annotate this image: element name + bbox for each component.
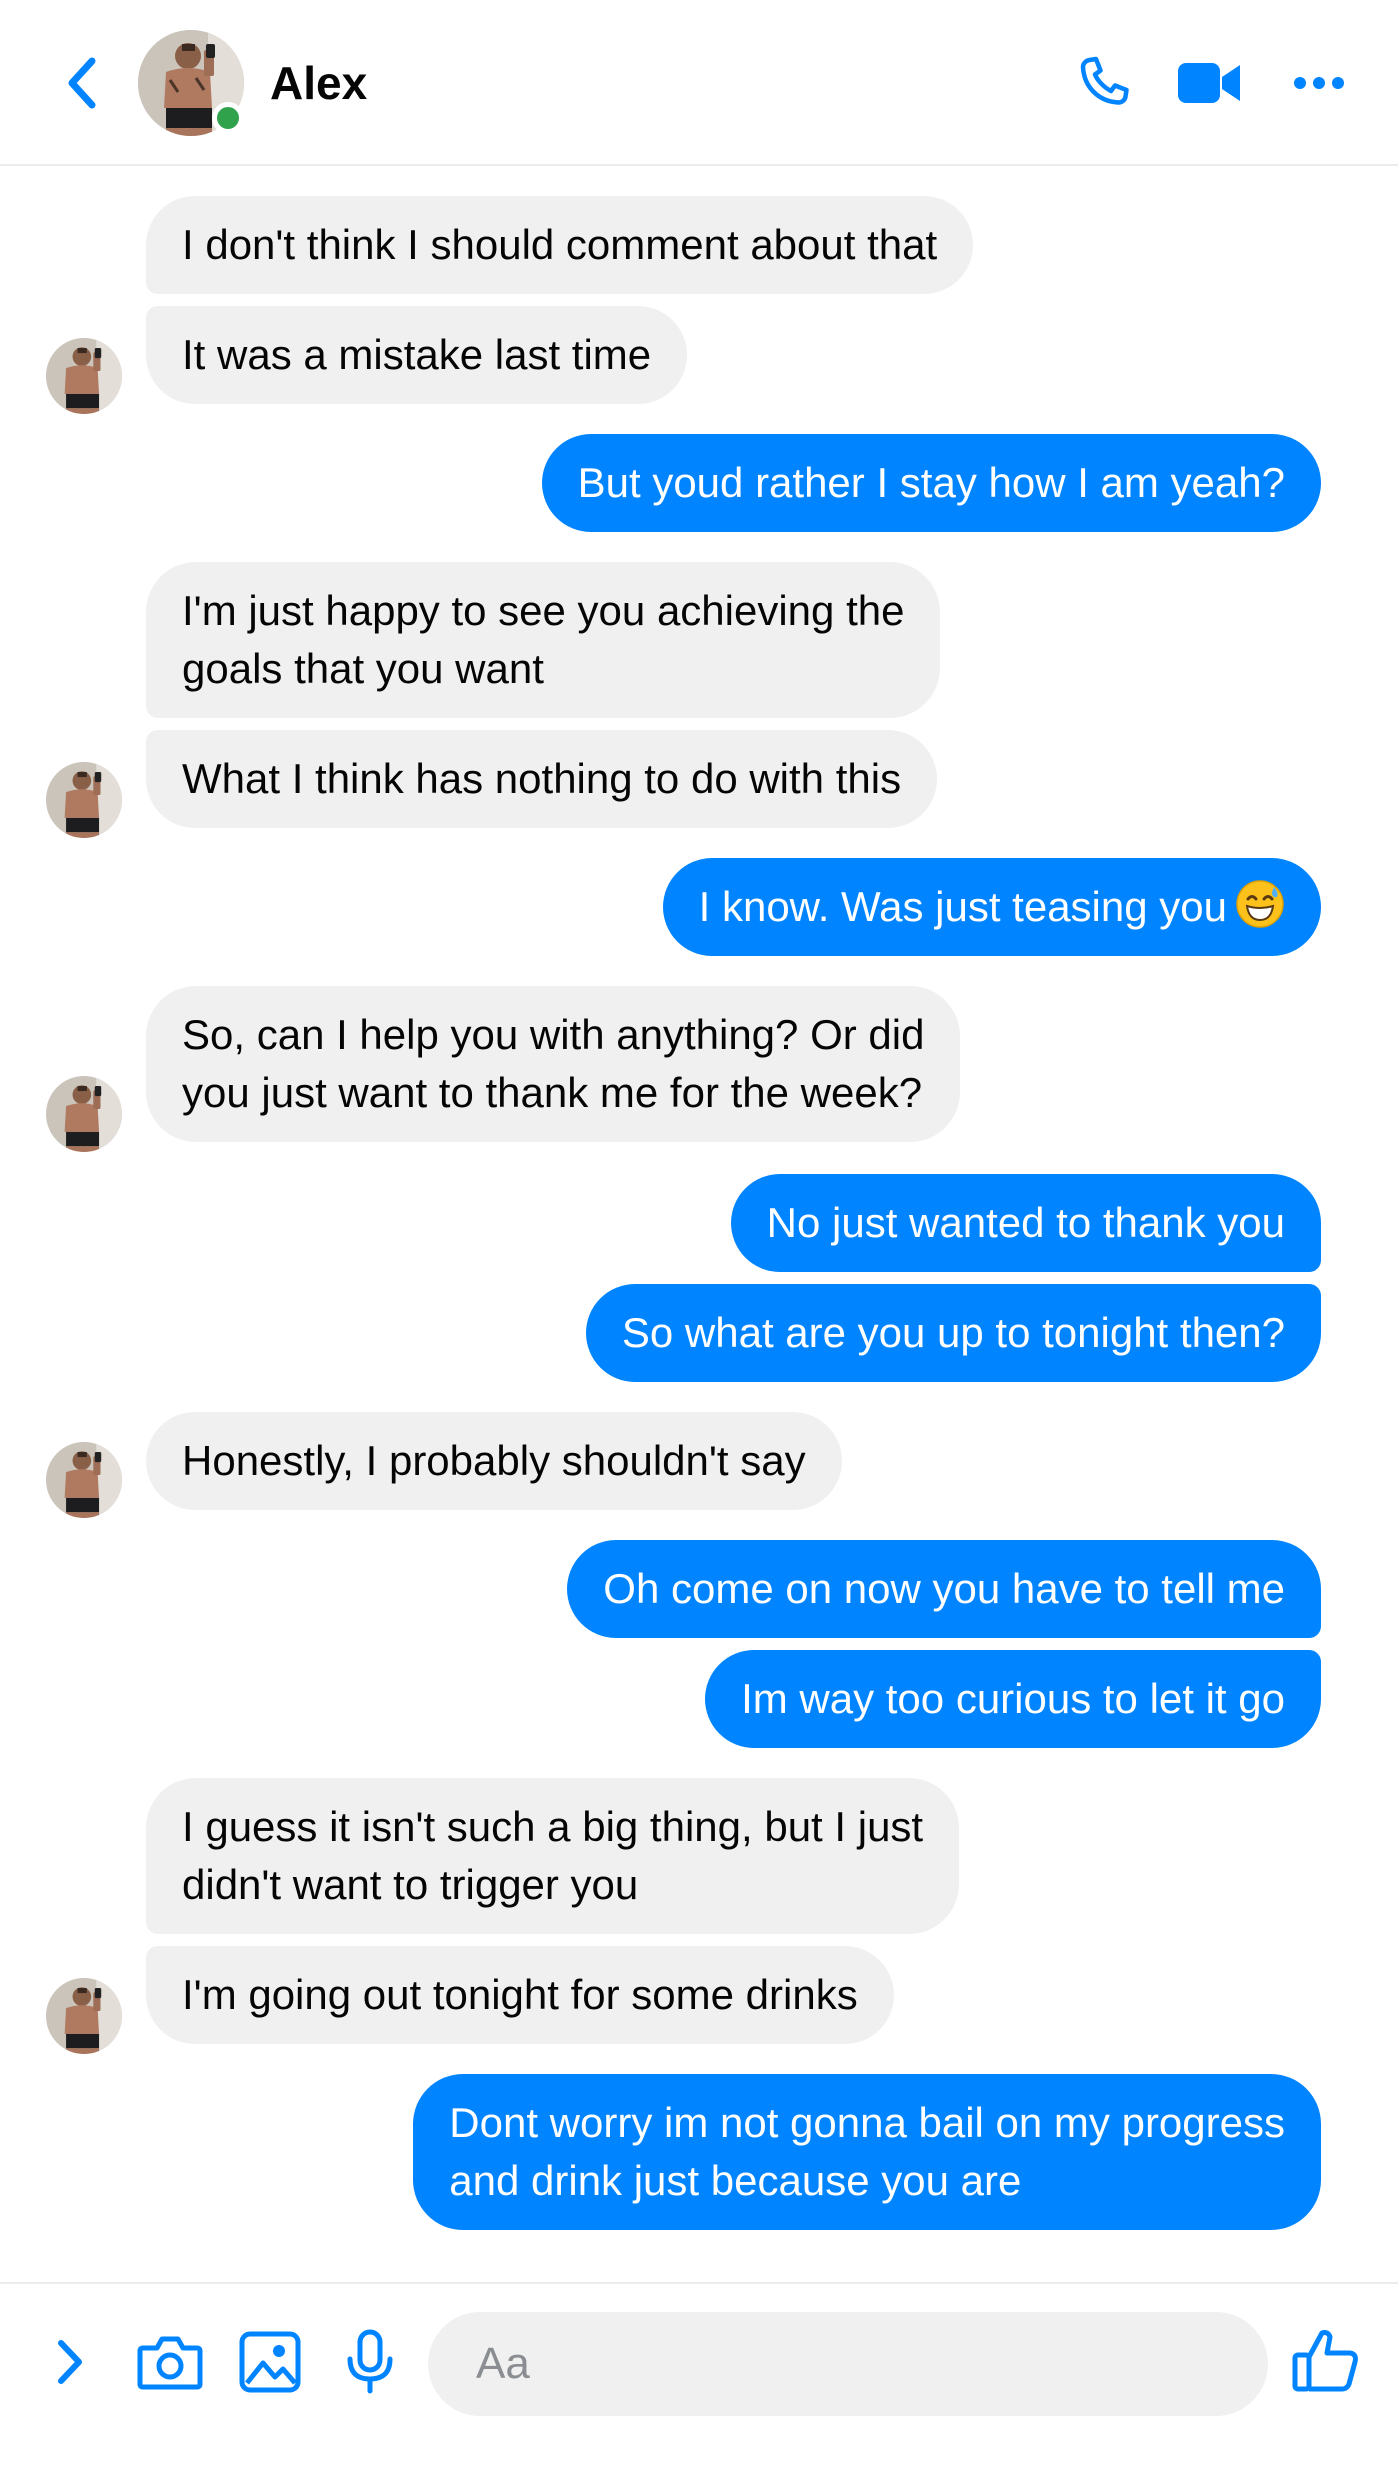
message-text: No just wanted to thank you: [766, 1199, 1285, 1246]
online-status-dot: [212, 102, 244, 134]
voice-message-button[interactable]: [334, 2326, 406, 2398]
chevron-left-icon: [68, 57, 96, 109]
message-text: I don't think I should comment about tha…: [182, 221, 938, 268]
message-bubble-incoming[interactable]: I don't think I should comment about tha…: [146, 196, 974, 294]
message-bubble-incoming[interactable]: I guess it isn't such a big thing, but I…: [146, 1778, 960, 1934]
video-call-button[interactable]: [1175, 48, 1245, 118]
message-text: What I think has nothing to do with this: [182, 755, 902, 802]
contact-mini-avatar[interactable]: [46, 1076, 122, 1152]
message-text: Im way too curious to let it go: [741, 1675, 1285, 1722]
video-camera-icon: [1178, 63, 1240, 103]
message-text: I know. Was just teasing you: [698, 883, 1227, 930]
grinning-face-with-sweat-emoji: [1236, 880, 1284, 928]
chevron-right-icon: [58, 2340, 82, 2384]
like-button[interactable]: [1290, 2324, 1362, 2396]
message-bubble-outgoing[interactable]: Oh come on now you have to tell me: [567, 1540, 1321, 1638]
message-bubble-incoming[interactable]: I'm going out tonight for some drinks: [146, 1946, 894, 2044]
camera-button[interactable]: [134, 2326, 206, 2398]
gallery-button[interactable]: [234, 2326, 306, 2398]
contact-mini-avatar[interactable]: [46, 762, 122, 838]
message-composer: [0, 2282, 1398, 2486]
message-bubble-outgoing[interactable]: So what are you up to tonight then?: [585, 1284, 1321, 1382]
message-text: Dont worry im not gonna bail on my progr…: [449, 2099, 1285, 2146]
more-horizontal-icon: [1294, 77, 1344, 89]
messenger-chat-screen: Alex I don't think I should comment abou…: [0, 0, 1398, 2486]
contact-avatar[interactable]: [138, 30, 244, 136]
message-bubble-outgoing[interactable]: No just wanted to thank you: [730, 1174, 1321, 1272]
message-text: So, can I help you with anything? Or did: [182, 1011, 925, 1058]
back-button[interactable]: [52, 50, 112, 116]
message-bubble-incoming[interactable]: Honestly, I probably shouldn't say: [146, 1412, 842, 1510]
message-text: But youd rather I stay how I am yeah?: [577, 459, 1285, 506]
message-bubble-incoming[interactable]: What I think has nothing to do with this: [146, 730, 938, 828]
voice-call-button[interactable]: [1068, 48, 1138, 118]
image-icon: [239, 2331, 301, 2393]
contact-name[interactable]: Alex: [270, 54, 367, 112]
camera-icon: [137, 2336, 203, 2390]
message-text: I'm going out tonight for some drinks: [182, 1971, 858, 2018]
person-photo-icon: [46, 1076, 122, 1152]
message-text: Oh come on now you have to tell me: [603, 1565, 1285, 1612]
expand-actions-button[interactable]: [34, 2326, 106, 2398]
message-text: I guess it isn't such a big thing, but I…: [182, 1803, 924, 1850]
message-bubble-incoming[interactable]: It was a mistake last time: [146, 306, 688, 404]
message-input[interactable]: [476, 2339, 1220, 2389]
message-text: It was a mistake last time: [182, 331, 652, 378]
contact-mini-avatar[interactable]: [46, 338, 122, 414]
message-bubble-outgoing[interactable]: But youd rather I stay how I am yeah?: [541, 434, 1321, 532]
message-bubble-outgoing[interactable]: Dont worry im not gonna bail on my progr…: [413, 2074, 1321, 2230]
message-bubble-incoming[interactable]: I'm just happy to see you achieving the …: [146, 562, 941, 718]
person-photo-icon: [46, 338, 122, 414]
thumbs-up-icon: [1292, 2330, 1358, 2392]
message-bubble-outgoing[interactable]: Im way too curious to let it go: [705, 1650, 1321, 1748]
message-thread[interactable]: I don't think I should comment about tha…: [0, 168, 1398, 2280]
contact-mini-avatar[interactable]: [46, 1978, 122, 2054]
message-text: you just want to thank me for the week?: [182, 1069, 923, 1116]
more-options-button[interactable]: [1284, 48, 1354, 118]
person-photo-icon: [46, 762, 122, 838]
message-text: and drink just because you are: [449, 2157, 1022, 2204]
chat-header: Alex: [0, 0, 1398, 166]
message-bubble-incoming[interactable]: So, can I help you with anything? Or did…: [146, 986, 961, 1142]
message-input-container[interactable]: [428, 2312, 1268, 2416]
message-text: I'm just happy to see you achieving the: [182, 587, 905, 634]
phone-icon: [1080, 56, 1129, 105]
microphone-icon: [347, 2329, 393, 2394]
person-photo-icon: [46, 1442, 122, 1518]
person-photo-icon: [46, 1978, 122, 2054]
message-text: Honestly, I probably shouldn't say: [182, 1437, 806, 1484]
message-text: So what are you up to tonight then?: [621, 1309, 1285, 1356]
message-text: goals that you want: [182, 645, 544, 692]
contact-mini-avatar[interactable]: [46, 1442, 122, 1518]
message-text: didn't want to trigger you: [182, 1861, 639, 1908]
message-bubble-outgoing[interactable]: I know. Was just teasing you: [662, 858, 1321, 956]
